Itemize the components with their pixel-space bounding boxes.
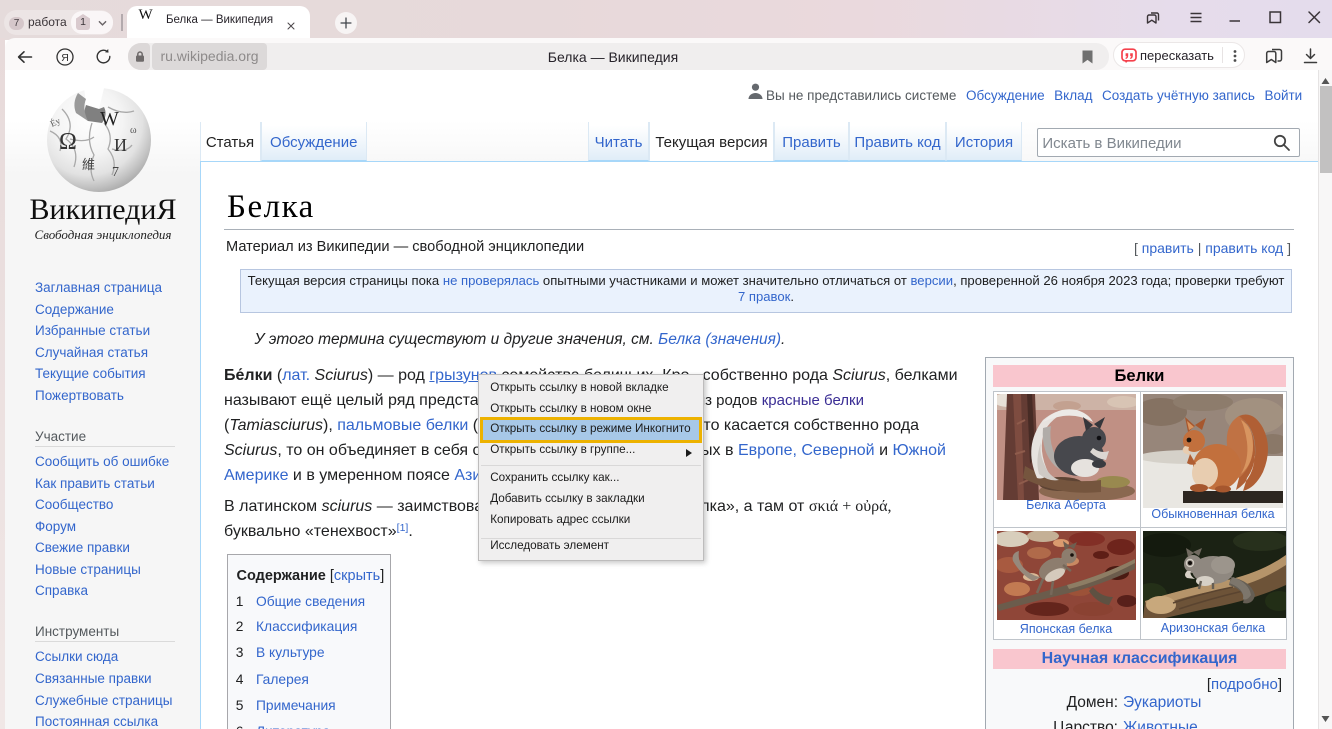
svg-text:Ω: Ω <box>59 129 77 155</box>
svg-text:維: 維 <box>82 157 95 172</box>
svg-text:W: W <box>100 108 119 130</box>
svg-text:7: 7 <box>112 165 119 180</box>
svg-text:ω: ω <box>130 125 137 136</box>
svg-text:Я: Я <box>61 52 69 64</box>
svg-text:И: И <box>114 135 127 155</box>
